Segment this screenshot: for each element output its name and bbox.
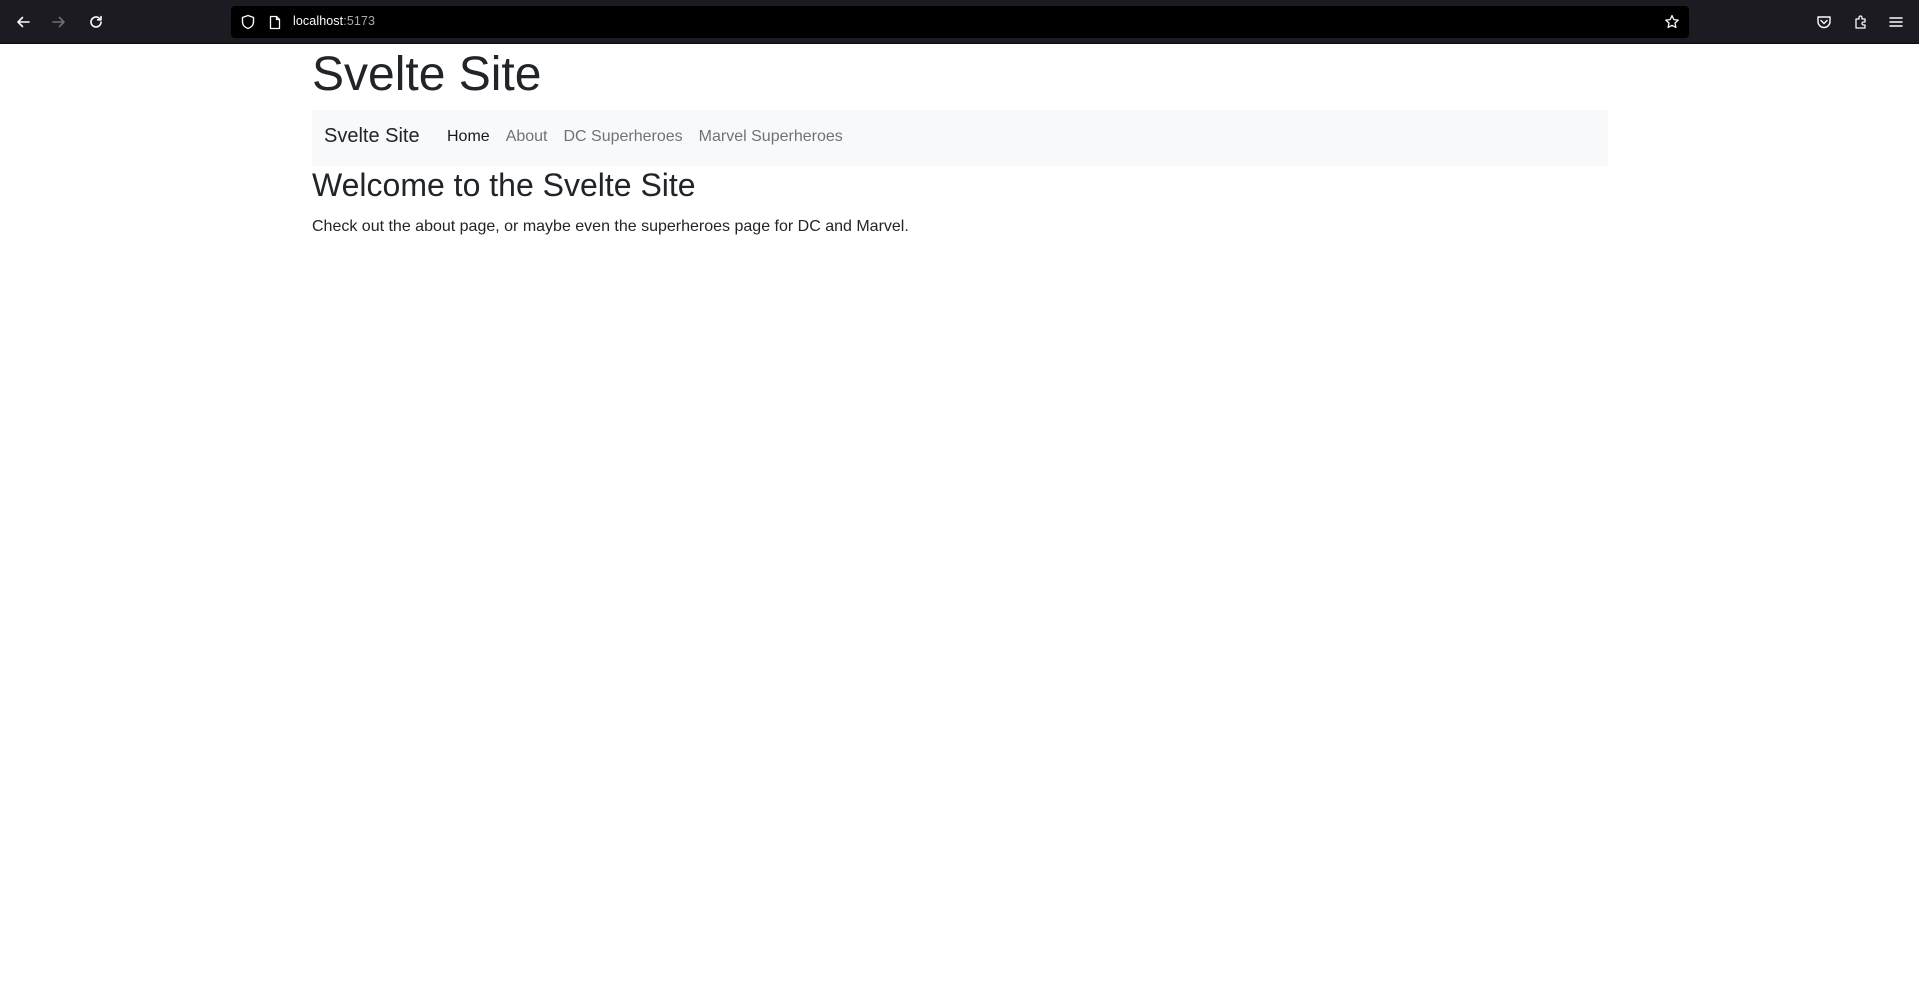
shield-icon[interactable]: [239, 13, 257, 31]
url-text[interactable]: localhost:5173: [293, 14, 375, 28]
star-icon[interactable]: [1663, 13, 1681, 31]
hamburger-menu-icon: [1888, 14, 1904, 30]
arrow-right-icon: [51, 14, 67, 30]
nav-link-dc-superheroes[interactable]: DC Superheroes: [556, 128, 691, 146]
navbar-brand[interactable]: Svelte Site: [324, 125, 420, 148]
navbar: Svelte Site Home About DC Superheroes Ma…: [312, 110, 1608, 166]
page-content: Svelte Site Svelte Site Home About DC Su…: [0, 44, 1919, 1008]
site-title: Svelte Site: [312, 48, 542, 101]
page-icon[interactable]: [266, 13, 284, 31]
reload-icon: [88, 14, 104, 30]
intro-text: Check out the about page, or maybe even …: [312, 218, 909, 235]
menu-button[interactable]: [1884, 10, 1908, 34]
forward-button[interactable]: [47, 10, 71, 34]
url-port: :5173: [343, 14, 376, 28]
nav-link-marvel-superheroes[interactable]: Marvel Superheroes: [691, 128, 851, 146]
reload-button[interactable]: [84, 10, 108, 34]
back-button[interactable]: [11, 10, 35, 34]
extensions-button[interactable]: [1849, 10, 1873, 34]
url-host: localhost: [293, 14, 344, 28]
page-heading: Welcome to the Svelte Site: [312, 167, 696, 203]
nav-link-home[interactable]: Home: [439, 128, 498, 146]
puzzle-icon: [1853, 14, 1869, 30]
nav-links: Home About DC Superheroes Marvel Superhe…: [439, 128, 851, 146]
arrow-left-icon: [15, 14, 31, 30]
pocket-icon: [1816, 14, 1832, 30]
browser-toolbar: localhost:5173: [0, 0, 1919, 44]
pocket-button[interactable]: [1812, 10, 1836, 34]
nav-link-about[interactable]: About: [498, 128, 556, 146]
address-bar[interactable]: localhost:5173: [231, 6, 1689, 38]
